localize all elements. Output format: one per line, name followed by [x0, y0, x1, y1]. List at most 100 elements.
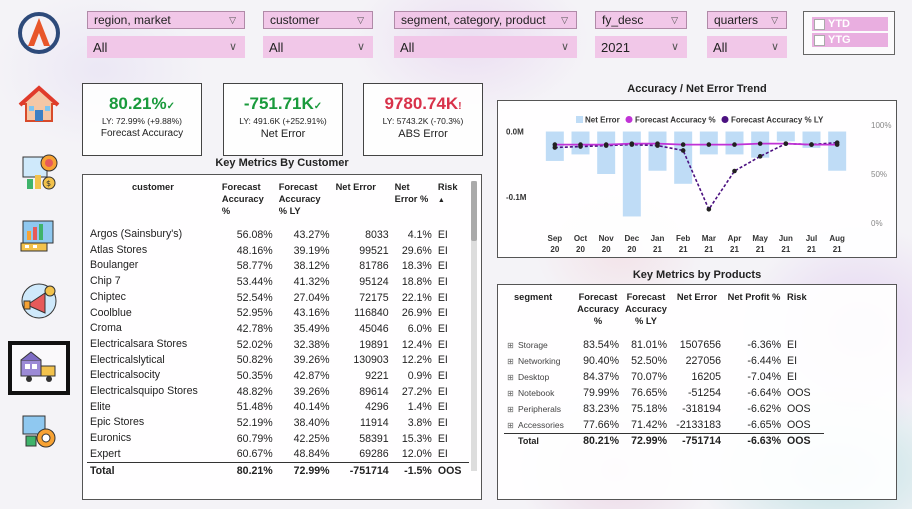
slicer-segment-category-product[interactable]: segment, category, product ▽ All ∨	[394, 11, 577, 59]
table-row[interactable]: Electricalsocity 50.35% 42.87% 9221 0.9% EI	[87, 368, 469, 384]
col-net-profit-pct[interactable]: Net Profit %	[724, 291, 784, 337]
col-net-error[interactable]: Net Error	[670, 291, 724, 337]
chevron-down-icon[interactable]: ∨	[561, 40, 569, 53]
marketing-view-icon[interactable]	[16, 278, 62, 324]
total-cell: 72.99%	[275, 462, 333, 479]
cell-value: 1507656	[679, 339, 721, 351]
chevron-down-icon[interactable]: ▽	[229, 15, 236, 26]
slicer-customer[interactable]: customer ▽ All ∨	[263, 11, 373, 59]
col-risk[interactable]: Risk	[784, 291, 824, 337]
table-row[interactable]: Epic Stores 52.19% 38.40% 11914 3.8% EI	[87, 415, 469, 431]
chevron-down-icon[interactable]: ∨	[771, 40, 779, 53]
cell-value: 227056	[685, 355, 721, 367]
col-risk[interactable]: Risk ▲	[435, 181, 469, 227]
expand-icon[interactable]: ⊞	[507, 421, 514, 429]
col-customer[interactable]: customer	[87, 181, 219, 227]
product-table: segment Forecast Accuracy % Forecast Acc…	[504, 291, 824, 449]
x-tick-month: Aug	[829, 234, 845, 243]
table-row[interactable]: Croma 42.78% 35.49% 45046 6.0% EI	[87, 321, 469, 337]
cell-risk: EI	[437, 275, 448, 288]
chevron-down-icon[interactable]: ▽	[357, 15, 364, 26]
slicer-dropdown[interactable]: All ∨	[707, 36, 787, 58]
slicer-dropdown[interactable]: All ∨	[394, 36, 577, 58]
cell-value: EI	[787, 339, 798, 351]
slicer-fy-desc[interactable]: fy_desc ▽ 2021 ∨	[595, 11, 687, 59]
legend-label: Net Error	[585, 116, 620, 125]
table-row[interactable]: Electricalslytical 50.82% 39.26% 130903 12.2…	[87, 353, 469, 369]
table-row[interactable]: Electricalsara Stores 52.02% 32.38% 19891 12…	[87, 337, 469, 353]
col-net-error[interactable]: Net Error	[333, 181, 392, 227]
cell-net-error-pct: 18.8%	[401, 275, 432, 288]
table-row[interactable]: Expert 60.67% 48.84% 69286 12.0% EI	[87, 447, 469, 463]
table-row[interactable]: ⊞ Storage 83.54% 81.01% 1507656 -6.36% EI	[504, 337, 824, 353]
cell-customer: Elite	[90, 400, 111, 413]
cell-net-error: 72175	[359, 291, 389, 304]
slicer-dropdown[interactable]: All ∨	[87, 36, 245, 58]
settings-view-icon[interactable]	[16, 408, 62, 454]
table-row[interactable]: ⊞ Desktop 84.37% 70.07% 16205 -7.04% EI	[504, 369, 824, 385]
accuracy-point	[680, 142, 686, 147]
slicer-quarters[interactable]: quarters ▽ All ∨	[707, 11, 787, 59]
ytd-checkbox[interactable]: YTD	[812, 17, 888, 31]
chevron-down-icon[interactable]: ▽	[671, 15, 678, 26]
col-forecast-accuracy[interactable]: Forecast Accuracy %	[574, 291, 622, 337]
col-net-error-pct[interactable]: Net Error %	[392, 181, 435, 227]
svg-text:$: $	[46, 179, 51, 188]
supply-chain-view-icon[interactable]	[8, 341, 70, 395]
table-row[interactable]: Argos (Sainsbury's) 56.08% 43.27% 8033 4.1% E…	[87, 227, 469, 243]
col-forecast-accuracy-ly[interactable]: Forecast Accuracy % LY	[276, 181, 333, 227]
expand-icon[interactable]: ⊞	[507, 390, 514, 398]
chevron-down-icon[interactable]: ▽	[561, 15, 568, 26]
expand-icon[interactable]: ⊞	[507, 358, 514, 366]
cell-forecast-accuracy-ly: 35.49%	[293, 322, 330, 335]
table-row[interactable]: ⊞ Accessories 77.66% 71.42% -2133183 -6.65% OO…	[504, 417, 824, 433]
ytg-checkbox[interactable]: YTG	[812, 33, 888, 47]
chevron-down-icon[interactable]: ∨	[671, 40, 679, 53]
table-row[interactable]: Electricalsquipo Stores 48.82% 39.26% 89614…	[87, 384, 469, 400]
scrollbar[interactable]	[471, 181, 477, 471]
col-forecast-accuracy[interactable]: Forecast Accuracy %	[219, 181, 276, 227]
finance-view-icon[interactable]: $	[16, 148, 62, 194]
table-row[interactable]: Euronics 60.79% 42.25% 58391 15.3% EI	[87, 431, 469, 447]
col-segment[interactable]: segment	[504, 291, 574, 337]
table-row[interactable]: ⊞ Notebook 79.99% 76.65% -51254 -6.64% OOS	[504, 385, 824, 401]
chevron-down-icon[interactable]: ∨	[357, 40, 365, 53]
home-icon[interactable]	[16, 82, 62, 128]
total-cell: OOS	[434, 462, 469, 479]
slicer-header: fy_desc ▽	[595, 11, 687, 29]
table-row[interactable]: Chiptec 52.54% 27.04% 72175 22.1% EI	[87, 290, 469, 306]
cell-forecast-accuracy: 60.79%	[236, 432, 273, 445]
x-tick-year: 21	[833, 245, 842, 254]
slicer-header: customer ▽	[263, 11, 373, 29]
expand-icon[interactable]: ⊞	[507, 374, 514, 382]
scrollbar-thumb[interactable]	[471, 181, 477, 241]
slicer-header: segment, category, product ▽	[394, 11, 577, 29]
expand-icon[interactable]: ⊞	[507, 342, 514, 350]
table-row[interactable]: Chip 7 53.44% 41.32% 95124 18.8% EI	[87, 274, 469, 290]
cell-net-error-pct: 27.2%	[401, 385, 432, 398]
slicer-dropdown[interactable]: 2021 ∨	[595, 36, 687, 58]
sales-view-icon[interactable]	[16, 212, 62, 258]
table-row[interactable]: ⊞ Peripherals 83.23% 75.18% -318194 -6.62% OOS	[504, 401, 824, 417]
chevron-down-icon[interactable]: ▽	[771, 15, 778, 26]
chevron-down-icon[interactable]: ∨	[229, 40, 237, 53]
slicer-dropdown[interactable]: All ∨	[263, 36, 373, 58]
slicer-header: region, market ▽	[87, 11, 245, 29]
cell-net-error-pct: 18.3%	[401, 260, 432, 273]
segment-label: Notebook	[518, 388, 555, 398]
table-row[interactable]: Atlas Stores 48.16% 39.19% 99521 29.6% EI	[87, 243, 469, 259]
table-row[interactable]: ⊞ Networking 90.40% 52.50% 227056 -6.44% EI	[504, 353, 824, 369]
expand-icon[interactable]: ⊞	[507, 406, 514, 414]
table-row[interactable]: Elite 51.48% 40.14% 4296 1.4% EI	[87, 400, 469, 416]
table-row[interactable]: Boulanger 58.77% 38.12% 81786 18.3% EI	[87, 258, 469, 274]
cell-customer: Chiptec	[90, 290, 126, 303]
cell-forecast-accuracy: 48.82%	[236, 385, 273, 398]
slicer-region-market[interactable]: region, market ▽ All ∨	[87, 11, 245, 59]
legend-marker	[721, 116, 729, 123]
table-row[interactable]: Coolblue 52.95% 43.16% 116840 26.9% EI	[87, 305, 469, 321]
sort-asc-icon[interactable]: ▲	[438, 197, 445, 204]
check-icon: ✓	[166, 101, 176, 112]
total-cell: 72.99%	[622, 432, 670, 449]
col-forecast-accuracy-ly[interactable]: Forecast Accuracy % LY	[622, 291, 670, 337]
cell-net-error: 89614	[359, 385, 389, 398]
